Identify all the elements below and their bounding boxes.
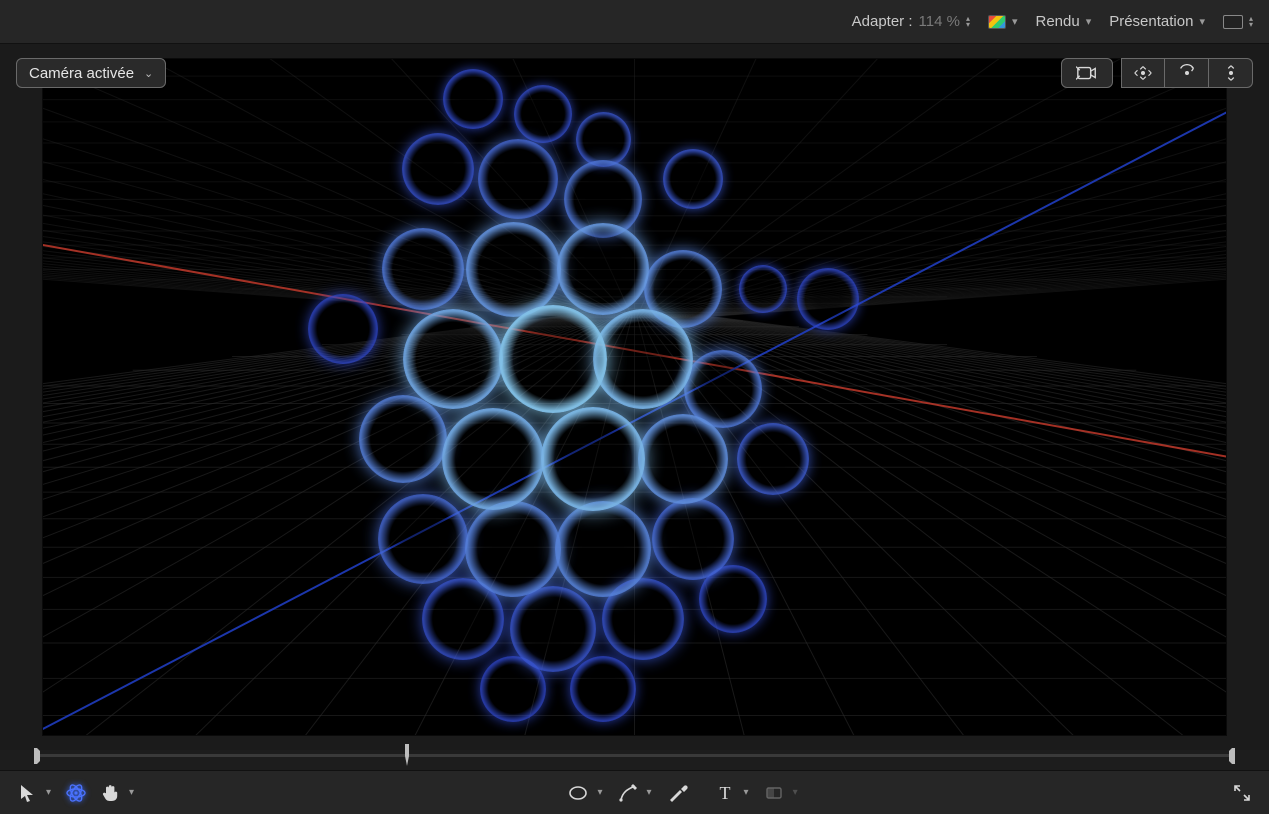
playhead[interactable] [401, 744, 413, 766]
camera-icon [1076, 64, 1098, 82]
create-tools-group: ▾ ▾ T ▾ ▾ [563, 778, 803, 808]
expand-icon [1231, 782, 1253, 804]
view-label: Présentation [1109, 13, 1193, 30]
chevron-down-icon: ▾ [1086, 15, 1092, 28]
chevron-down-icon[interactable]: ▾ [46, 787, 57, 798]
chevron-down-icon: ⌄ [144, 67, 153, 80]
mini-timeline[interactable] [36, 746, 1233, 766]
orbit-icon [1132, 64, 1154, 82]
transform-3d-tool[interactable] [61, 778, 91, 808]
roll-button[interactable] [1165, 58, 1209, 88]
chevron-down-icon[interactable]: ▾ [597, 787, 608, 798]
arrow-tool[interactable] [12, 778, 42, 808]
pen-tool[interactable] [613, 778, 643, 808]
fit-zoom-control[interactable]: Adapter : 114 % ▴▾ [852, 13, 970, 30]
orbit-button[interactable] [1121, 58, 1165, 88]
chevron-down-icon[interactable]: ▾ [744, 787, 755, 798]
chevron-down-icon: ▾ [1199, 15, 1205, 28]
spacer [1113, 58, 1121, 88]
view-tools-cluster [1061, 58, 1253, 88]
timeline-track [36, 754, 1233, 757]
chevron-down-icon[interactable]: ▾ [647, 787, 658, 798]
color-channel-menu[interactable]: ▾ [988, 15, 1018, 29]
chevron-down-icon[interactable]: ▾ [793, 787, 804, 798]
dolly-icon [1220, 64, 1242, 82]
frame-camera-button[interactable] [1061, 58, 1113, 88]
dolly-button[interactable] [1209, 58, 1253, 88]
brush-tool[interactable] [662, 778, 692, 808]
hand-tool[interactable] [95, 778, 125, 808]
select-tools-group: ▾ ▾ [12, 778, 140, 808]
stepper-icon: ▴▾ [966, 16, 970, 28]
camera-selector[interactable]: Caméra activée ⌄ [16, 58, 166, 88]
ellipse-icon [567, 782, 589, 804]
grid-overlay [43, 59, 1226, 735]
stepper-icon: ▴▾ [1249, 16, 1253, 28]
viewport [0, 44, 1269, 750]
ellipse-shape-tool[interactable] [563, 778, 593, 808]
text-tool[interactable]: T [710, 778, 740, 808]
bottom-toolbar: ▾ ▾ ▾ ▾ T ▾ [0, 770, 1269, 814]
display-menu[interactable]: ▴▾ [1223, 15, 1253, 29]
chevron-down-icon[interactable]: ▾ [129, 787, 140, 798]
pen-icon [617, 782, 639, 804]
out-point-marker[interactable] [1229, 748, 1235, 764]
canvas-3d-view[interactable] [42, 58, 1227, 736]
camera-label: Caméra activée [29, 65, 134, 82]
mask-icon [763, 782, 785, 804]
view-menu[interactable]: Présentation ▾ [1109, 13, 1205, 30]
svg-text:T: T [719, 783, 730, 803]
mask-tool [759, 778, 789, 808]
render-label: Rendu [1035, 13, 1079, 30]
atom-icon [65, 782, 87, 804]
in-point-marker[interactable] [34, 748, 40, 764]
brush-icon [666, 782, 688, 804]
color-swatch-icon [988, 15, 1006, 29]
chevron-down-icon: ▾ [1012, 15, 1018, 28]
render-menu[interactable]: Rendu ▾ [1035, 13, 1091, 30]
hand-icon [99, 782, 121, 804]
text-icon: T [714, 782, 736, 804]
arrow-icon [16, 782, 38, 804]
fullscreen-toggle[interactable] [1227, 778, 1257, 808]
top-toolbar: Adapter : 114 % ▴▾ ▾ Rendu ▾ Présentatio… [0, 0, 1269, 44]
fit-label: Adapter : [852, 13, 913, 30]
roll-icon [1176, 64, 1198, 82]
display-icon [1223, 15, 1243, 29]
fit-value: 114 % [919, 13, 960, 30]
